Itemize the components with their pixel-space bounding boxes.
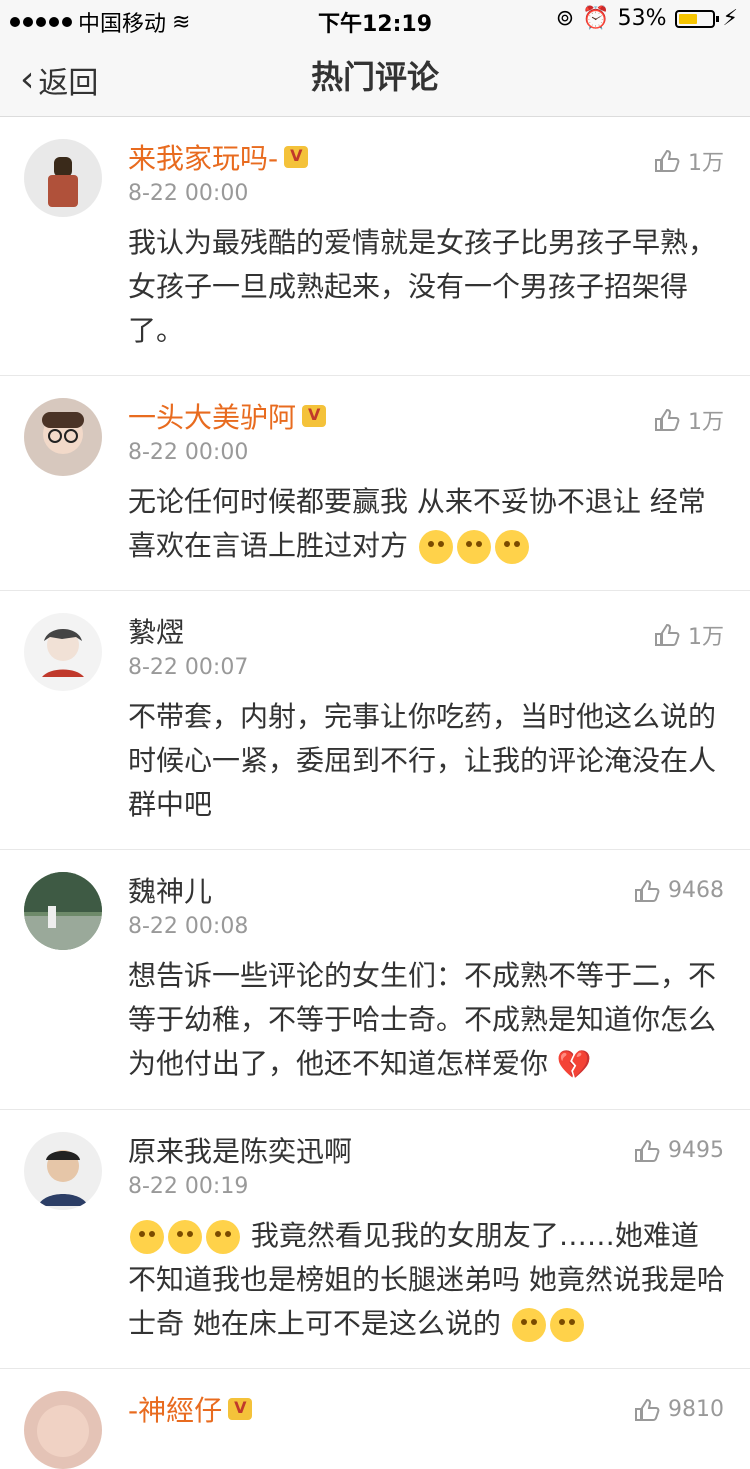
like-button[interactable]: 9495: [634, 1138, 724, 1163]
vip-badge-icon: [302, 405, 327, 427]
smile-emoji-icon: [168, 1220, 202, 1254]
status-right: ⊚ ⏰ 53% ⚡: [556, 6, 738, 31]
thumbs-up-icon: [635, 1139, 660, 1162]
user-name[interactable]: 魏神儿: [128, 870, 212, 910]
like-count: 9810: [668, 1397, 724, 1422]
thinking-emoji-icon: [494, 530, 529, 564]
comment-text: 我认为最残酷的爱情就是女孩子比男孩子早熟，女孩子一旦成熟起来，没有一个男孩子招架…: [128, 226, 717, 347]
like-button[interactable]: 1万: [654, 404, 724, 436]
chevron-left-icon: ‹: [20, 59, 35, 100]
avatar[interactable]: [24, 398, 102, 476]
status-bar: 中国移动 ≋ 下午12:19 ⊚ ⏰ 53% ⚡: [0, 0, 750, 38]
thinking-emoji-icon: [418, 530, 453, 564]
comment-item: -神經仔 9810: [0, 1369, 750, 1469]
user-name[interactable]: 一头大美驴阿: [128, 396, 296, 436]
comment-item: 魏神儿 8-22 00:08 想告诉一些评论的女生们：不成熟不等于二，不等于幼稚…: [0, 850, 750, 1110]
comment-item: 原来我是陈奕迅啊 8-22 00:19 我竟然看见我的女朋友了……她难道不知道我…: [0, 1110, 750, 1369]
user-name[interactable]: 原来我是陈奕迅啊: [128, 1130, 352, 1170]
vip-badge-icon: [284, 146, 309, 168]
battery-percent: 53%: [617, 6, 667, 31]
thumbs-up-icon: [655, 149, 680, 172]
alarm-icon: ⏰: [582, 6, 610, 31]
like-button[interactable]: 1万: [654, 145, 724, 177]
user-name[interactable]: -神經仔: [128, 1389, 222, 1429]
comment-text-wrap: 无论任何时候都要赢我 从来不妥协不退让 经常喜欢在言语上胜过对方: [128, 480, 726, 568]
charging-icon: ⚡: [722, 6, 738, 31]
user-name[interactable]: 縶熤: [128, 611, 184, 651]
like-count: 1万: [688, 410, 724, 435]
thumbs-up-icon: [655, 623, 680, 646]
smile-emoji-icon: [206, 1220, 240, 1254]
comment-time: 8-22 00:00: [128, 440, 249, 465]
comment-list: 来我家玩吗- 8-22 00:00 我认为最残酷的爱情就是女孩子比男孩子早熟，女…: [0, 117, 750, 1469]
avatar[interactable]: [24, 872, 102, 950]
comment-text-wrap: 想告诉一些评论的女生们：不成熟不等于二，不等于幼稚，不等于哈士奇。不成熟是知道你…: [128, 954, 726, 1087]
battery-icon: [674, 9, 719, 28]
avatar[interactable]: [24, 1391, 102, 1469]
comment-time: 8-22 00:08: [128, 914, 249, 939]
thumbs-up-icon: [655, 408, 680, 431]
thinking-emoji-icon: [456, 530, 491, 564]
smile-emoji-icon: [130, 1220, 164, 1254]
user-name[interactable]: 来我家玩吗-: [128, 137, 278, 177]
comment-time: 8-22 00:07: [128, 655, 249, 680]
avatar[interactable]: [24, 139, 102, 217]
comment-item: 来我家玩吗- 8-22 00:00 我认为最残酷的爱情就是女孩子比男孩子早熟，女…: [0, 117, 750, 376]
comment-text: 不带套，内射，完事让你吃药，当时他这么说的时候心一紧，委屈到不行，让我的评论淹没…: [128, 700, 717, 821]
like-button[interactable]: 9810: [634, 1397, 724, 1422]
page-title: 热门评论: [310, 58, 439, 96]
comment-text-wrap: 我竟然看见我的女朋友了……她难道不知道我也是榜姐的长腿迷弟吗 她竟然说我是哈士奇…: [128, 1214, 726, 1346]
smile-emoji-icon: [511, 1308, 546, 1342]
avatar[interactable]: [24, 1132, 102, 1210]
like-count: 9468: [668, 878, 724, 903]
like-count: 9495: [668, 1138, 724, 1163]
comment-item: 一头大美驴阿 8-22 00:00 无论任何时候都要赢我 从来不妥协不退让 经常…: [0, 376, 750, 591]
like-count: 1万: [688, 151, 724, 176]
like-count: 1万: [688, 625, 724, 650]
comment-item: 縶熤 8-22 00:07 不带套，内射，完事让你吃药，当时他这么说的时候心一紧…: [0, 591, 750, 850]
like-button[interactable]: 1万: [654, 619, 724, 651]
comment-time: 8-22 00:19: [128, 1174, 249, 1199]
avatar[interactable]: [24, 613, 102, 691]
vip-badge-icon: [228, 1398, 253, 1420]
thumbs-up-icon: [635, 879, 660, 902]
lock-rotation-icon: ⊚: [555, 6, 575, 31]
like-button[interactable]: 9468: [634, 878, 724, 903]
comment-text: 想告诉一些评论的女生们：不成熟不等于二，不等于幼稚，不等于哈士奇。不成熟是知道你…: [128, 959, 717, 1080]
comment-text: 无论任何时候都要赢我 从来不妥协不退让 经常喜欢在言语上胜过对方: [128, 485, 706, 562]
back-button[interactable]: ‹ 返回: [20, 58, 98, 102]
broken-heart-icon: 💔: [556, 1048, 592, 1081]
thumbs-up-icon: [635, 1398, 660, 1421]
back-label: 返回: [38, 66, 99, 101]
comment-time: 8-22 00:00: [128, 181, 249, 206]
smile-emoji-icon: [549, 1308, 584, 1342]
navigation-bar: ‹ 返回 热门评论: [0, 38, 750, 117]
